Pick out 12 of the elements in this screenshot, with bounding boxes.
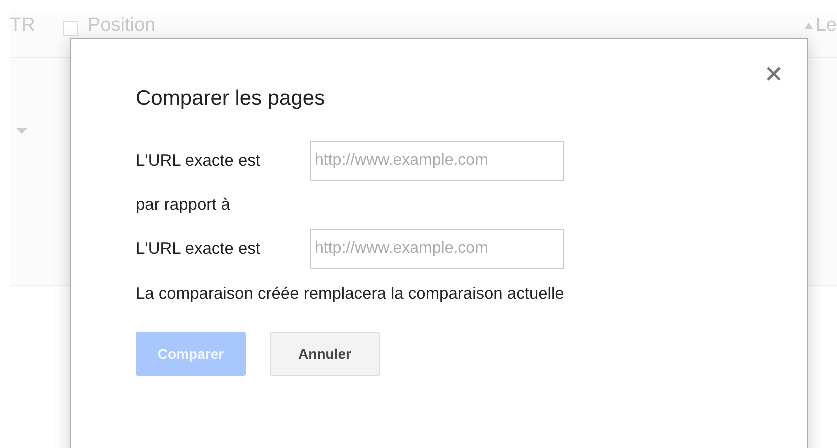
url-input-field[interactable]: http://www.example.com [310, 229, 564, 269]
connector-text: par rapport à [136, 196, 232, 214]
checkbox[interactable] [63, 20, 78, 36]
sort-arrow-icon[interactable] [804, 23, 813, 29]
url-input-field[interactable]: http://www.example.com [310, 141, 564, 181]
close-icon[interactable] [767, 67, 781, 81]
note-text: La comparaison créée remplacera la comparaison actuelle [136, 285, 566, 304]
field-label: L'URL exacte est [136, 152, 262, 170]
field-label: L'URL exacte est [136, 240, 262, 258]
dropdown-caret-icon[interactable] [16, 128, 28, 135]
cancel-button[interactable]: Annuler [270, 332, 380, 376]
dialog-title: Comparer les pages [136, 87, 326, 111]
